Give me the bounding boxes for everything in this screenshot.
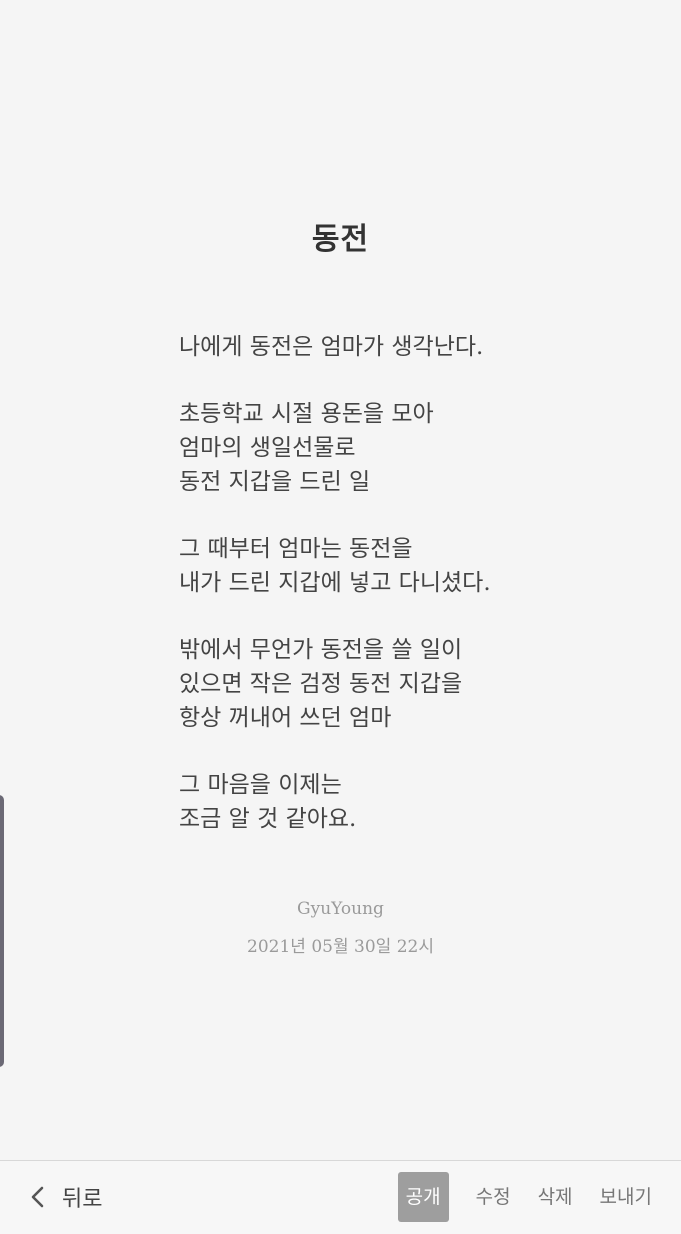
bottom-toolbar: 뒤로 공개 수정 삭제 보내기 xyxy=(0,1160,681,1234)
poem-view-screen: 동전 나에게 동전은 엄마가 생각난다. 초등학교 시절 용돈을 모아 엄마의 … xyxy=(0,0,681,1234)
poem-line: 내가 드린 지갑에 넣고 다니셨다. xyxy=(179,570,491,596)
poem-stanza: 그 때부터 엄마는 동전을 내가 드린 지갑에 넣고 다니셨다. xyxy=(179,532,619,600)
poem-line: 그 마음을 이제는 xyxy=(179,772,342,798)
toolbar-actions: 공개 수정 삭제 보내기 xyxy=(397,1172,652,1222)
chevron-left-icon xyxy=(28,1185,48,1209)
poem-line: 그 때부터 엄마는 동전을 xyxy=(179,536,413,562)
poem-stanza: 초등학교 시절 용돈을 모아 엄마의 생일선물로 동전 지갑을 드린 일 xyxy=(179,397,619,499)
poem-line: 엄마의 생일선물로 xyxy=(179,435,356,461)
poem-line: 있으면 작은 검정 동전 지갑을 xyxy=(179,671,463,697)
author-name: GyuYoung xyxy=(297,899,384,919)
poem-title: 동전 xyxy=(311,222,370,257)
written-date: 2021년 05월 30일 22시 xyxy=(247,937,434,957)
poem-line: 밖에서 무언가 동전을 쓸 일이 xyxy=(179,637,463,663)
poem-stanza: 밖에서 무언가 동전을 쓸 일이 있으면 작은 검정 동전 지갑을 항상 꺼내어… xyxy=(179,633,619,735)
send-button[interactable]: 보내기 xyxy=(600,1172,652,1222)
poem-line: 동전 지갑을 드린 일 xyxy=(179,469,371,495)
poem-line: 나에게 동전은 엄마가 생각난다. xyxy=(179,334,484,360)
poem-stanza: 그 마음을 이제는 조금 알 것 같아요. xyxy=(179,768,619,836)
poem-line: 초등학교 시절 용돈을 모아 xyxy=(179,401,434,427)
back-label: 뒤로 xyxy=(62,1187,103,1212)
publish-button[interactable]: 공개 xyxy=(397,1172,449,1222)
poem-body: 나에게 동전은 엄마가 생각난다. 초등학교 시절 용돈을 모아 엄마의 생일선… xyxy=(179,330,619,869)
back-button[interactable]: 뒤로 xyxy=(28,1175,102,1219)
edge-panel-handle[interactable] xyxy=(0,795,4,1067)
poem-line: 항상 꺼내어 쓰던 엄마 xyxy=(179,705,392,731)
poem-line: 조금 알 것 같아요. xyxy=(179,806,357,832)
edit-button[interactable]: 수정 xyxy=(476,1172,511,1222)
poem-stanza: 나에게 동전은 엄마가 생각난다. xyxy=(179,330,619,364)
delete-button[interactable]: 삭제 xyxy=(538,1172,573,1222)
